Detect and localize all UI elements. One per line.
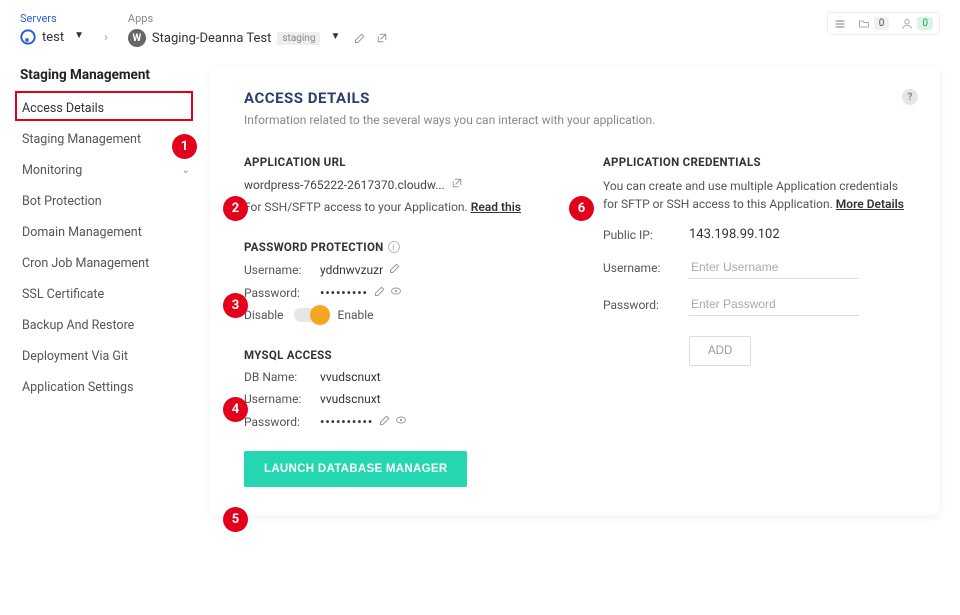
section-application-credentials: APPLICATION CREDENTIALS [603,155,912,169]
pencil-icon[interactable] [379,414,391,429]
section-password-protection: PASSWORD PROTECTION i [244,240,553,254]
external-link-icon[interactable] [451,177,463,192]
eye-icon[interactable] [395,414,407,429]
read-this-link[interactable]: Read this [471,200,521,214]
sidebar-item-access-details[interactable]: Access Details [20,93,192,124]
annotation-4: 4 [223,397,248,422]
publicip-value: 143.198.99.102 [689,227,780,242]
section-mysql-access: MYSQL ACCESS [244,348,553,362]
sidebar-item-app-settings[interactable]: Application Settings [20,372,192,403]
apps-label: Apps [128,12,388,25]
wordpress-icon: W [128,29,146,47]
servers-label: Servers [20,12,84,25]
creds-username-input[interactable] [689,256,859,279]
password-protection-toggle[interactable] [294,308,328,322]
mysql-password-label: Password: [244,415,320,429]
chevron-down-icon: ▼ [330,31,340,42]
sidebar-title: Staging Management [20,67,192,83]
panel: ? ACCESS DETAILS Information related to … [210,67,940,515]
info-icon[interactable]: i [388,241,400,253]
sidebar-item-deployment[interactable]: Deployment Via Git [20,341,192,372]
server-name: test [42,30,64,45]
sidebar-item-domain-management[interactable]: Domain Management [20,217,192,248]
user-count[interactable]: 0 [901,17,933,30]
sidebar-item-backup[interactable]: Backup And Restore [20,310,192,341]
annotation-2: 2 [223,196,248,221]
annotation-6: 6 [569,196,594,221]
digitalocean-icon [20,29,36,45]
sidebar-item-cron-job[interactable]: Cron Job Management [20,248,192,279]
mysql-dbname-label: DB Name: [244,370,320,384]
list-view-icon[interactable] [834,18,846,30]
pencil-icon[interactable] [354,32,366,44]
creds-password-label: Password: [603,298,689,312]
sidebar-item-staging-management[interactable]: Staging Management [20,124,192,155]
section-application-url: APPLICATION URL [244,155,553,169]
sidebar-item-ssl[interactable]: SSL Certificate [20,279,192,310]
pwd-password-label: Password: [244,286,320,300]
header-right-toolbar: 0 0 [827,12,940,35]
app-name: Staging-Deanna Test [152,31,271,46]
mysql-password-value: •••••••••• [320,415,373,429]
chevron-down-icon: ▼ [74,30,84,41]
toggle-disable-label: Disable [244,308,284,322]
add-credential-button[interactable]: ADD [689,336,751,366]
mysql-username-value: vvudscnuxt [320,392,381,406]
toggle-enable-label: Enable [338,308,374,322]
sidebar: Staging Management Access Details Stagin… [20,67,200,403]
sidebar-item-monitoring[interactable]: Monitoring⌄ [20,155,192,186]
mysql-username-label: Username: [244,392,320,406]
creds-password-input[interactable] [689,293,859,316]
folder-count[interactable]: 0 [858,17,890,30]
panel-title: ACCESS DETAILS [244,89,912,107]
pwd-username-value: yddnwvzuzr [320,263,383,277]
more-details-link[interactable]: More Details [836,197,904,211]
header: Servers test ▼ › Apps W Staging-Deanna T… [0,0,960,47]
ssh-note: For SSH/SFTP access to your Application. [244,200,468,214]
creds-username-label: Username: [603,261,689,275]
staging-tag: staging [277,32,320,45]
eye-icon[interactable] [390,285,402,300]
pwd-username-label: Username: [244,263,320,277]
breadcrumb-servers: Servers test ▼ [20,12,84,45]
left-column: APPLICATION URL wordpress-765222-2617370… [244,155,553,487]
app-selector[interactable]: W Staging-Deanna Test staging ▼ [128,29,388,47]
sidebar-item-bot-protection[interactable]: Bot Protection [20,186,192,217]
panel-subtitle: Information related to the several ways … [244,113,912,127]
right-column: APPLICATION CREDENTIALS You can create a… [603,155,912,487]
breadcrumb-separator: › [104,30,108,45]
main: Staging Management Access Details Stagin… [0,47,960,535]
chevron-down-icon: ⌄ [182,165,190,176]
annotation-3: 3 [223,293,248,318]
breadcrumb-apps: Apps W Staging-Deanna Test staging ▼ [128,12,388,47]
annotation-5: 5 [223,507,248,532]
launch-database-manager-button[interactable]: LAUNCH DATABASE MANAGER [244,451,467,487]
pencil-icon[interactable] [389,262,401,277]
pwd-password-value: ••••••••• [320,286,368,300]
publicip-label: Public IP: [603,228,689,242]
help-icon[interactable]: ? [902,89,918,105]
external-link-icon[interactable] [376,32,388,44]
application-url-value: wordpress-765222-2617370.cloudw... [244,178,445,192]
pencil-icon[interactable] [374,285,386,300]
annotation-1: 1 [172,134,197,159]
mysql-dbname-value: vvudscnuxt [320,370,381,384]
server-selector[interactable]: test ▼ [20,29,84,45]
